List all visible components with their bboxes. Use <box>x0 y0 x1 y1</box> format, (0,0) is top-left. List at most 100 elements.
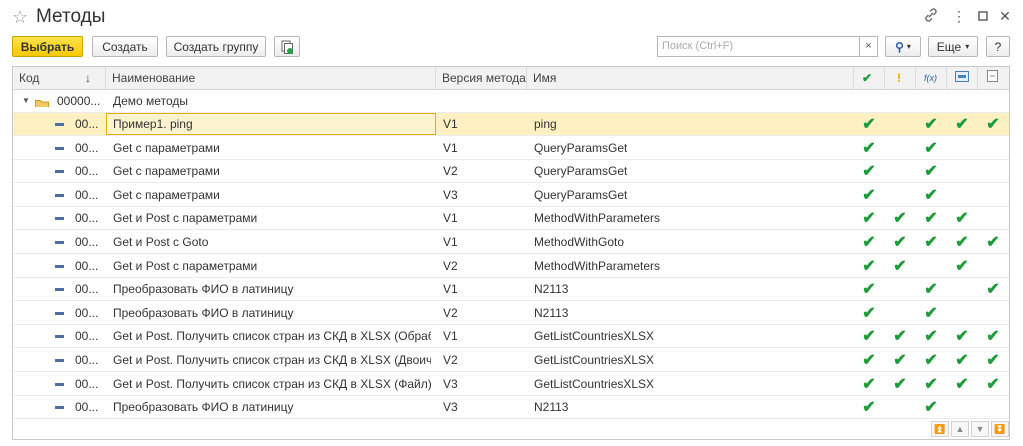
flag-check-icon[interactable]: ✔ <box>859 256 879 276</box>
more-menu-icon[interactable]: ⋮ <box>950 8 968 25</box>
flag-check-icon[interactable]: ✔ <box>952 114 972 134</box>
row-version: V1 <box>443 235 458 249</box>
flag-check-icon[interactable]: ✔ <box>859 279 879 299</box>
choose-button[interactable]: Выбрать <box>12 36 83 57</box>
close-icon[interactable]: ✕ <box>996 8 1014 25</box>
flag-check-icon[interactable]: ✔ <box>921 232 941 252</box>
flag-check-icon[interactable]: ✔ <box>890 326 910 346</box>
flag-check-icon[interactable]: ✔ <box>952 232 972 252</box>
copy-button[interactable] <box>274 36 300 57</box>
column-name[interactable]: Наименование <box>106 67 436 89</box>
column-document-icon[interactable] <box>978 67 1009 89</box>
help-button[interactable]: ? <box>986 36 1010 57</box>
link-icon[interactable] <box>922 8 940 25</box>
search-options-button[interactable]: ⚲ ▾ <box>885 36 921 57</box>
table-row[interactable]: 00... Get с параметрами V2 QueryParamsGet ✔ ✔ <box>13 160 1009 184</box>
flag-check-icon[interactable]: ✔ <box>921 279 941 299</box>
flag-check-icon[interactable]: ✔ <box>952 208 972 228</box>
flag-check-icon[interactable]: ✔ <box>859 208 879 228</box>
item-marker-icon <box>55 123 64 126</box>
row-version: V3 <box>443 400 458 415</box>
table-row[interactable]: 00... Get и Post. Получить список стран и… <box>13 349 1009 372</box>
maximize-icon[interactable] <box>974 8 992 24</box>
flag-check-icon[interactable]: ✔ <box>890 232 910 252</box>
row-ident: QueryParamsGet <box>534 140 628 155</box>
flag-check-icon[interactable]: ✔ <box>952 350 972 370</box>
flag-check-icon[interactable]: ✔ <box>859 138 879 158</box>
column-ident[interactable]: Имя <box>527 67 854 89</box>
row-code: 00... <box>75 376 99 391</box>
table-row[interactable]: 00... Преобразовать ФИО в латиницу V2 N2113… <box>13 302 1009 325</box>
scroll-first-button[interactable]: ⏫ <box>931 421 949 437</box>
more-button[interactable]: Еще ▾ <box>928 36 978 57</box>
flag-check-icon[interactable]: ✔ <box>890 208 910 228</box>
flag-check-icon[interactable]: ✔ <box>890 374 910 394</box>
flag-check-icon[interactable]: ✔ <box>952 374 972 394</box>
flag-check-icon[interactable]: ✔ <box>921 374 941 394</box>
group-row[interactable]: ▼ 00000... Демо методы <box>13 90 1009 113</box>
flag-check-icon[interactable]: ✔ <box>859 350 879 370</box>
flag-check-icon[interactable]: ✔ <box>921 161 941 181</box>
table-row[interactable]: 00... Get и Post. Получить список стран и… <box>13 373 1009 396</box>
flag-check-icon[interactable]: ✔ <box>983 232 1003 252</box>
column-function-icon[interactable]: f(x) <box>916 67 947 89</box>
flag-check-icon[interactable]: ✔ <box>921 397 941 417</box>
flag-check-icon[interactable]: ✔ <box>921 185 941 205</box>
flag-check-icon[interactable]: ✔ <box>921 303 941 323</box>
table-row[interactable]: 00... Get с параметрами V1 QueryParamsGet ✔ ✔ <box>13 137 1009 160</box>
create-button[interactable]: Создать <box>92 36 158 57</box>
table-row[interactable]: 00... Преобразовать ФИО в латиницу V1 N2113… <box>13 278 1009 302</box>
table-row[interactable]: 00... Преобразовать ФИО в латиницу V3 N2113… <box>13 396 1009 420</box>
scroll-up-button[interactable]: ▲ <box>951 421 969 437</box>
flag-check-icon[interactable]: ✔ <box>921 138 941 158</box>
scroll-last-button[interactable]: ⏬ <box>991 421 1009 437</box>
table-row[interactable]: 00... Get с параметрами V3 QueryParamsGet ✔ ✔ <box>13 184 1009 207</box>
search-clear-button[interactable]: × <box>860 36 878 57</box>
row-code: 00... <box>75 235 99 249</box>
table-row[interactable]: 00... Get и Post с параметрами V2 MethodWit… <box>13 255 1009 278</box>
flag-check-icon[interactable]: ✔ <box>859 397 879 417</box>
row-version: V2 <box>443 305 458 320</box>
column-code[interactable]: Код ↓ <box>13 67 106 89</box>
flag-check-icon[interactable]: ✔ <box>859 185 879 205</box>
flag-check-icon[interactable]: ✔ <box>859 303 879 323</box>
flag-check-icon[interactable]: ✔ <box>859 326 879 346</box>
search-input[interactable]: Поиск (Ctrl+F) <box>657 36 860 57</box>
group-name: Демо методы <box>113 94 188 108</box>
column-exclamation-icon[interactable]: ! <box>885 67 916 89</box>
table-row[interactable]: 00... Get и Post с Goto V1 MethodWithGoto ✔ ✔… <box>13 231 1009 254</box>
row-version: V2 <box>443 164 458 179</box>
flag-check-icon[interactable]: ✔ <box>859 232 879 252</box>
column-code-label: Код <box>19 71 40 85</box>
flag-check-icon[interactable]: ✔ <box>952 256 972 276</box>
flag-check-icon[interactable]: ✔ <box>921 114 941 134</box>
flag-check-icon[interactable]: ✔ <box>983 374 1003 394</box>
flag-check-icon[interactable]: ✔ <box>890 256 910 276</box>
table-row[interactable]: 00... Get и Post. Получить список стран и… <box>13 325 1009 349</box>
favorite-star-icon[interactable]: ☆ <box>12 7 28 28</box>
item-marker-icon <box>55 406 64 410</box>
flag-check-icon[interactable]: ✔ <box>921 350 941 370</box>
table-row[interactable]: 00... Пример1. ping V1 ping ✔ ✔ ✔ ✔ <box>13 113 1009 136</box>
flag-check-icon[interactable]: ✔ <box>859 161 879 181</box>
row-ident: ping <box>534 117 557 131</box>
flag-check-icon[interactable]: ✔ <box>952 326 972 346</box>
table-row[interactable]: 00... Get и Post с параметрами V1 MethodWit… <box>13 207 1009 231</box>
flag-check-icon[interactable]: ✔ <box>983 114 1003 134</box>
flag-check-icon[interactable]: ✔ <box>890 350 910 370</box>
flag-check-icon[interactable]: ✔ <box>983 326 1003 346</box>
expand-triangle-icon[interactable]: ▼ <box>22 90 30 112</box>
flag-check-icon[interactable]: ✔ <box>859 374 879 394</box>
item-marker-icon <box>55 241 64 244</box>
column-version[interactable]: Версия метода <box>436 67 527 89</box>
scroll-down-button[interactable]: ▼ <box>971 421 989 437</box>
column-form-icon[interactable] <box>947 67 978 89</box>
flag-check-icon[interactable]: ✔ <box>859 114 879 134</box>
flag-check-icon[interactable]: ✔ <box>983 279 1003 299</box>
search-icon: ⚲ <box>895 39 904 54</box>
flag-check-icon[interactable]: ✔ <box>921 326 941 346</box>
create-group-button[interactable]: Создать группу <box>166 36 266 57</box>
column-check-icon[interactable]: ✔ <box>854 67 885 89</box>
flag-check-icon[interactable]: ✔ <box>921 208 941 228</box>
flag-check-icon[interactable]: ✔ <box>983 350 1003 370</box>
